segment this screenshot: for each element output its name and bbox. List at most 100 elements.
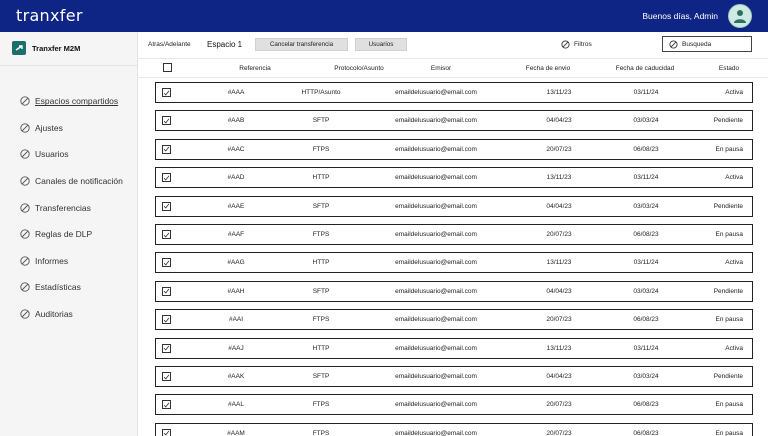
cell-emisor: emaildelusuario@email.com <box>395 401 477 409</box>
sidebar-item[interactable]: Canales de notificación <box>20 168 123 195</box>
cell-fecha-caducidad: 03/03/24 <box>633 287 659 295</box>
row-checkbox[interactable] <box>162 315 171 325</box>
check-icon <box>163 232 170 238</box>
cell-referencia: #AAA <box>227 89 245 96</box>
row-checkbox[interactable] <box>162 88 171 97</box>
sidebar-item[interactable]: Usuarios <box>20 141 123 168</box>
cell-fecha-envio: 04/04/23 <box>546 287 572 295</box>
row-checkbox[interactable] <box>162 258 171 268</box>
cell-emisor: emaildelusuario@email.com <box>395 429 477 436</box>
cell-emisor: emaildelusuario@email.com <box>395 344 477 352</box>
col-fecha-envio[interactable]: Fecha de envio <box>526 65 570 72</box>
row-checkbox[interactable] <box>162 230 171 239</box>
sidebar-item[interactable]: Transferencias <box>20 194 123 221</box>
row-checkbox[interactable] <box>162 343 171 353</box>
cell-estado: En pausa <box>715 145 743 153</box>
table-row[interactable]: #AAG HTTP emaildelusuario@email.com 13/11/2… <box>155 252 753 274</box>
row-checkbox[interactable] <box>162 201 171 211</box>
cell-referencia: #AAE <box>227 202 245 210</box>
brand[interactable]: Tranxfer M2M <box>12 41 80 55</box>
check-icon <box>163 260 170 266</box>
table-row[interactable]: #AAH SFTP emaildelusuario@email.com 04/04/2… <box>155 280 753 302</box>
circle-slash-icon <box>20 176 30 186</box>
check-icon <box>163 374 170 380</box>
cell-fecha-caducidad: 06/08/23 <box>633 231 659 238</box>
filters-label: Filtros <box>574 41 592 48</box>
circle-slash-icon <box>20 203 30 213</box>
table-row[interactable]: #AAI FTPS emaildelusuario@email.com 20/07/2… <box>155 309 753 331</box>
cancel-transfer-button[interactable]: Cancelar transferencia <box>255 38 348 51</box>
col-emisor[interactable]: Emisor <box>431 65 451 72</box>
cell-emisor: emaildelusuario@email.com <box>395 145 477 153</box>
circle-slash-icon <box>20 256 30 266</box>
cell-fecha-caducidad: 03/03/24 <box>633 202 659 210</box>
table-row[interactable]: #AAF FTPS emaildelusuario@email.com 20/07/2… <box>155 224 753 245</box>
circle-slash-icon <box>20 229 30 239</box>
back-forward-link[interactable]: Atras/Adelante <box>148 41 191 48</box>
cell-fecha-envio: 20/07/23 <box>546 231 572 238</box>
user-avatar[interactable] <box>728 4 752 28</box>
search-icon <box>669 39 678 49</box>
app-logo[interactable]: tranxfer <box>16 6 83 25</box>
table-row[interactable]: #AAA HTTP/Asunto emaildelusuario@email.com… <box>155 82 753 103</box>
circle-slash-icon <box>20 309 30 319</box>
brand-icon <box>12 41 26 55</box>
col-protocolo[interactable]: Protocolo/Asunto <box>334 65 384 72</box>
cell-protocolo: HTTP <box>312 174 330 182</box>
row-checkbox[interactable] <box>162 116 171 126</box>
table-row[interactable]: #AAD HTTP emaildelusuario@email.com 13/11/2… <box>155 167 753 189</box>
table-row[interactable]: #AAE SFTP emaildelusuario@email.com 04/04/2… <box>155 195 753 217</box>
cell-estado: En pausa <box>715 401 743 409</box>
table-row[interactable]: #AAL FTPS emaildelusuario@email.com 20/07/2… <box>155 394 753 416</box>
cell-fecha-envio: 04/04/23 <box>546 202 572 210</box>
table-row[interactable]: #AAJ HTTP emaildelusuario@email.com 13/11/2… <box>155 337 753 359</box>
row-checkbox[interactable] <box>162 286 171 296</box>
sidebar-item[interactable]: Ajustes <box>20 115 123 142</box>
cell-estado: Activa <box>725 89 743 96</box>
sidebar-item-label: Espacios compartidos <box>35 96 119 107</box>
cell-fecha-caducidad: 03/03/24 <box>633 117 659 125</box>
users-button[interactable]: Usuarios <box>355 38 407 51</box>
col-fecha-caducidad[interactable]: Fecha de caducidad <box>616 65 675 72</box>
check-icon <box>163 203 170 209</box>
cell-emisor: emaildelusuario@email.com <box>395 202 477 210</box>
sidebar-item[interactable]: Informes <box>20 248 123 275</box>
sidebar-item[interactable]: Espacios compartidos <box>20 88 123 115</box>
table-row[interactable]: #AAM FTPS emaildelusuario@email.com 20/07/2… <box>155 422 753 436</box>
filters-button[interactable]: Filtros <box>561 40 592 49</box>
cell-referencia: #AAK <box>227 373 245 380</box>
cell-fecha-caducidad: 03/11/24 <box>633 259 659 267</box>
cell-estado: Pendiente <box>713 373 743 380</box>
sidebar-item-label: Auditorias <box>35 309 73 320</box>
sidebar-item[interactable]: Estadísticas <box>20 274 123 301</box>
col-referencia[interactable]: Referencia <box>239 65 270 72</box>
cell-fecha-envio: 20/07/23 <box>546 401 572 409</box>
cell-fecha-caducidad: 06/08/23 <box>633 401 659 409</box>
check-icon <box>163 317 170 323</box>
cell-fecha-caducidad: 06/08/23 <box>633 316 659 324</box>
row-checkbox[interactable] <box>162 372 171 381</box>
cell-referencia: #AAC <box>227 145 245 153</box>
row-checkbox[interactable] <box>162 428 171 436</box>
row-checkbox[interactable] <box>162 400 171 410</box>
row-checkbox[interactable] <box>162 144 171 154</box>
sidebar-item-label: Ajustes <box>35 122 63 133</box>
cell-protocolo: FTPS <box>312 429 330 436</box>
table-header: Referencia Protocolo/Asunto Emisor Fecha… <box>138 58 768 78</box>
sidebar-item-label: Informes <box>35 255 69 266</box>
select-all-checkbox[interactable] <box>163 63 172 72</box>
row-checkbox[interactable] <box>162 173 171 183</box>
check-icon <box>163 146 170 152</box>
sidebar-nav: Espacios compartidos Ajustes Usuarios Canal… <box>20 88 123 327</box>
cell-fecha-caducidad: 03/03/24 <box>633 373 659 380</box>
cell-estado: En pausa <box>715 316 743 324</box>
col-estado[interactable]: Estado <box>719 65 739 72</box>
sidebar-item[interactable]: Auditorias <box>20 301 123 328</box>
search-placeholder: Busqueda <box>682 40 712 48</box>
search-input[interactable]: Busqueda <box>662 36 752 52</box>
table-row[interactable]: #AAC FTPS emaildelusuario@email.com 20/07/2… <box>155 138 753 160</box>
space-title: Espacio 1 <box>207 40 243 49</box>
sidebar-item[interactable]: Reglas de DLP <box>20 221 123 248</box>
table-row[interactable]: #AAK SFTP emaildelusuario@email.com 04/04/2… <box>155 366 753 387</box>
table-row[interactable]: #AAB SFTP emaildelusuario@email.com 04/04/2… <box>155 110 753 132</box>
